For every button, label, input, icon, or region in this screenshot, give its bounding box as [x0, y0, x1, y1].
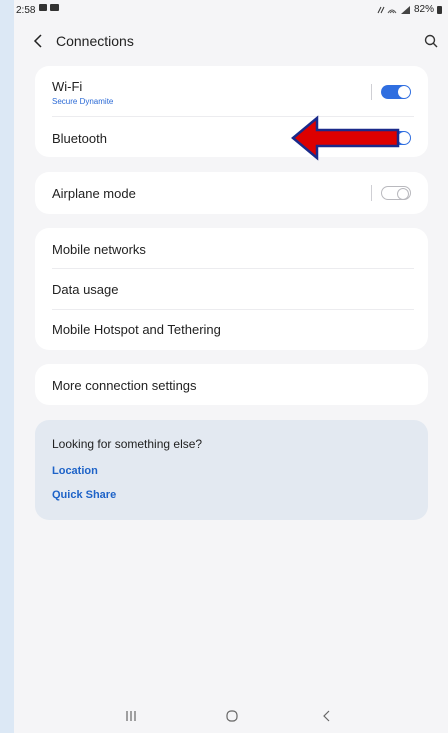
back-arrow-icon	[33, 34, 42, 48]
data-usage-label: Data usage	[52, 282, 119, 297]
notification-icons	[39, 4, 59, 11]
bluetooth-row[interactable]: Bluetooth	[35, 116, 428, 157]
suggestions-card: Looking for something else? Location Qui…	[35, 420, 428, 520]
more-settings-row[interactable]: More connection settings	[35, 364, 428, 405]
suggestions-title: Looking for something else?	[52, 437, 203, 451]
page-title: Connections	[56, 33, 134, 49]
recents-icon	[126, 711, 136, 721]
airplane-row[interactable]: Airplane mode	[35, 172, 428, 214]
home-button[interactable]	[217, 705, 247, 727]
nav-back-button[interactable]	[312, 705, 342, 727]
status-bar: 2:58 82%	[14, 0, 448, 22]
gallery-icon	[39, 4, 47, 11]
battery-percent: 82%	[413, 4, 434, 15]
back-button[interactable]	[28, 29, 48, 53]
data-usage-row[interactable]: Data usage	[35, 268, 428, 308]
search-button[interactable]	[420, 29, 442, 53]
mobile-networks-label: Mobile networks	[52, 242, 146, 257]
wifi-network-name: Secure Dynamite	[52, 97, 114, 106]
more-settings-card: More connection settings	[35, 364, 428, 405]
hotspot-label: Mobile Hotspot and Tethering	[52, 322, 221, 337]
wireless-card: Wi-Fi Secure Dynamite Bluetooth	[35, 66, 428, 157]
bluetooth-label: Bluetooth	[52, 131, 107, 146]
networks-card: Mobile networks Data usage Mobile Hotspo…	[35, 228, 428, 350]
toggle-knob	[398, 132, 410, 144]
airplane-card: Airplane mode	[35, 172, 428, 214]
quick-share-link[interactable]: Quick Share	[52, 489, 116, 501]
app-bar: Connections	[14, 26, 448, 56]
phone-screen: 2:58 82% Connections Wi-Fi Secure Dynami…	[14, 0, 448, 733]
wifi-row[interactable]: Wi-Fi Secure Dynamite	[35, 66, 428, 116]
battery-icon	[437, 5, 442, 14]
airplane-toggle[interactable]	[381, 186, 411, 200]
signal-wifi-icon	[377, 5, 410, 14]
status-time: 2:58	[16, 5, 36, 16]
video-icon	[50, 4, 59, 11]
airplane-label: Airplane mode	[52, 186, 136, 201]
wifi-toggle[interactable]	[381, 85, 411, 99]
toggle-knob	[397, 188, 409, 200]
recents-button[interactable]	[116, 705, 146, 727]
more-settings-label: More connection settings	[52, 378, 197, 393]
mobile-networks-row[interactable]: Mobile networks	[35, 228, 428, 268]
search-icon	[424, 34, 438, 48]
wifi-label: Wi-Fi	[52, 79, 83, 94]
nav-bar	[14, 699, 448, 733]
toggle-knob	[398, 86, 410, 98]
location-link[interactable]: Location	[52, 465, 98, 477]
hotspot-row[interactable]: Mobile Hotspot and Tethering	[35, 308, 428, 350]
nav-back-icon	[323, 710, 330, 722]
airplane-separator	[371, 185, 372, 201]
status-right: 82%	[377, 4, 442, 15]
wifi-separator	[371, 84, 372, 100]
bluetooth-toggle[interactable]	[381, 131, 411, 145]
home-icon	[226, 710, 238, 722]
